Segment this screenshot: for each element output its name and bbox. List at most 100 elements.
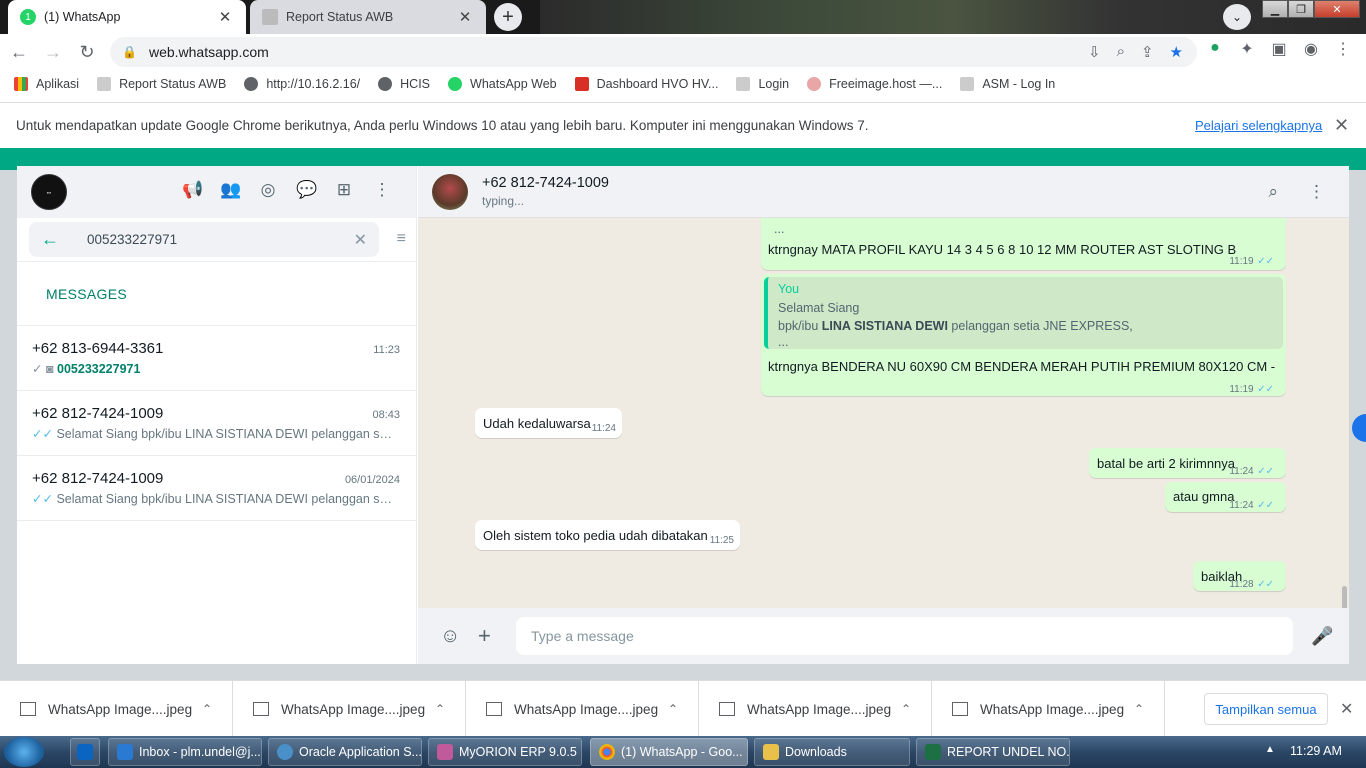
attach-plus-icon[interactable]: + [478,623,502,649]
read-tick-icon: ✓✓ [1257,579,1274,590]
outlook-pinned-icon[interactable] [70,738,100,766]
url-text[interactable]: web.whatsapp.com [149,44,269,60]
menu-kebab-icon[interactable]: ⋮ [1308,182,1325,202]
bookmark-label: http://10.16.2.16/ [266,77,361,91]
bookmark-ip[interactable]: http://10.16.2.16/ [244,77,360,91]
bookmark-freeimage[interactable]: Freeimage.host —... [807,77,942,91]
bookmark-asm[interactable]: ASM - Log In [960,77,1055,91]
chevron-up-icon[interactable]: ⌃ [901,702,931,716]
taskbar-label: Oracle Application S... [299,745,422,759]
chevron-up-icon[interactable]: ⌃ [435,702,465,716]
message-incoming[interactable]: Udah kedaluwarsa 11:24 [475,408,622,438]
tab-report-status[interactable]: Report Status AWB ✕ [250,0,486,34]
learn-more-link[interactable]: Pelajari selengkapnya [1195,118,1322,133]
tab-close-icon[interactable]: ✕ [456,8,474,26]
message-outgoing[interactable]: atau gmna 11:24 ✓✓ [1165,482,1286,512]
search-result[interactable]: +62 813-6944-3361 11:23 ✓ ◙ 005233227971 [17,326,416,391]
clock[interactable]: 11:29 AM [1290,744,1342,758]
emoji-icon[interactable]: ☺ [440,625,464,648]
back-icon[interactable]: ← [4,37,34,67]
minimize-icon[interactable]: ▁ [1262,0,1288,18]
extensions-puzzle-icon[interactable]: ✦ [1235,39,1259,59]
lock-icon[interactable]: 🔒 [122,45,137,59]
show-all-downloads-button[interactable]: Tampilkan semua [1204,693,1328,725]
tab-whatsapp[interactable]: 1 (1) WhatsApp ✕ [8,0,246,34]
quote-bold-text: LINA SISTIANA DEWI [821,319,948,333]
search-result[interactable]: +62 812-7424-1009 06/01/2024 ✓✓ Selamat … [17,456,416,521]
message-incoming[interactable]: Oleh sistem toko pedia udah dibatakan 11… [475,520,740,550]
side-panel-icon[interactable]: ▣ [1267,39,1291,59]
infobar-close-icon[interactable]: ✕ [1334,115,1349,136]
search-back-arrow-icon[interactable]: ← [41,229,71,250]
chevron-up-icon[interactable]: ⌃ [1134,702,1164,716]
quote-line: bpk/ibu LINA SISTIANA DEWI pelanggan set… [778,319,1273,333]
read-tick-icon: ✓✓ [1257,466,1274,477]
tab-search-chevron-icon[interactable]: ⌄ [1223,4,1251,30]
chevron-up-icon[interactable]: ⌃ [202,702,232,716]
zoom-icon[interactable]: ⌕ [1117,43,1125,61]
taskbar-item[interactable]: REPORT UNDEL NO... [916,738,1070,766]
quote-line: Selamat Siang [778,301,860,315]
download-item[interactable]: WhatsApp Image....jpeg ⌃ [466,681,699,737]
clear-search-icon[interactable]: ✕ [354,230,367,250]
maximize-icon[interactable]: ❐ [1288,0,1314,18]
my-avatar[interactable]: ▪▪▪ [31,174,67,210]
install-icon[interactable]: ⇩ [1088,43,1101,61]
image-file-icon [719,702,735,716]
channels-chat-icon[interactable]: 💬 [296,180,317,200]
menu-kebab-icon[interactable]: ⋮ [1331,39,1355,59]
chat-header[interactable]: +62 812-7424-1009 typing... ⌕ ⋮ [418,166,1349,218]
chat-scrollbar[interactable] [1342,586,1347,608]
reload-icon[interactable]: ↻ [72,37,102,67]
quoted-message[interactable]: You Selamat Siang bpk/ibu LINA SISTIANA … [764,277,1283,349]
profile-avatar-icon[interactable]: ◉ [1299,39,1323,59]
message-input[interactable]: Type a message [516,617,1293,655]
whatsapp-icon [448,77,463,91]
new-chat-icon[interactable]: ⊞ [334,180,354,200]
search-input[interactable]: ← 005233227971 ✕ [29,222,379,257]
status-icon[interactable]: ◎ [258,180,278,200]
microphone-icon[interactable]: 🎤 [1311,626,1333,647]
taskbar-item[interactable]: Inbox - plm.undel@j... [108,738,262,766]
address-bar[interactable]: 🔒 web.whatsapp.com ⇩ ⌕ ⇪ ★ [110,37,1197,67]
bookmark-login[interactable]: Login [736,77,789,91]
chevron-up-icon[interactable]: ⌃ [668,702,698,716]
tray-arrow-icon[interactable]: ▲ [1265,744,1275,755]
contact-avatar[interactable] [432,173,468,210]
new-tab-button[interactable]: + [494,3,522,31]
download-item[interactable]: WhatsApp Image....jpeg ⌃ [932,681,1165,737]
bookmark-hcis[interactable]: HCIS [378,77,430,91]
bookmark-dashboard[interactable]: Dashboard HVO HV... [574,77,718,91]
search-query[interactable]: 005233227971 [71,232,354,247]
filter-icon[interactable]: ≡ [397,230,406,248]
search-result[interactable]: +62 812-7424-1009 08:43 ✓✓ Selamat Siang… [17,391,416,456]
message-outgoing[interactable]: baiklah 11:28 ✓✓ [1193,561,1286,591]
taskbar-item[interactable]: MyORION ERP 9.0.5 [428,738,582,766]
channels-megaphone-icon[interactable]: 📢 [182,180,203,200]
bookmark-whatsapp-web[interactable]: WhatsApp Web [448,77,557,91]
taskbar-item[interactable]: Oracle Application S... [268,738,422,766]
forward-icon[interactable]: → [38,37,68,67]
close-downloads-icon[interactable]: ✕ [1340,699,1353,719]
menu-kebab-icon[interactable]: ⋮ [372,180,392,200]
communities-icon[interactable]: 👥 [220,180,241,200]
close-window-icon[interactable]: ✕ [1314,0,1360,18]
download-item[interactable]: WhatsApp Image....jpeg ⌃ [0,681,233,737]
bookmark-report-status[interactable]: Report Status AWB [97,77,226,91]
tab-close-icon[interactable]: ✕ [216,8,234,26]
result-preview-text: Selamat Siang bpk/ibu LINA SISTIANA DEWI… [56,427,397,441]
share-icon[interactable]: ⇪ [1141,43,1154,61]
taskbar-item[interactable]: Downloads [754,738,910,766]
message-outgoing[interactable]: You Selamat Siang bpk/ibu LINA SISTIANA … [761,274,1286,396]
download-item[interactable]: WhatsApp Image....jpeg ⌃ [699,681,932,737]
extension-whatsapp-icon[interactable]: ● [1203,39,1227,59]
bookmark-star-icon[interactable]: ★ [1170,43,1183,61]
start-button[interactable] [4,737,44,767]
message-list: ... ktrngnay MATA PROFIL KAYU 14 3 4 5 6… [418,218,1349,608]
bookmark-apps[interactable]: Aplikasi [14,77,79,91]
message-outgoing[interactable]: ... ktrngnay MATA PROFIL KAYU 14 3 4 5 6… [761,218,1286,270]
taskbar-item[interactable]: (1) WhatsApp - Goo... [590,738,748,766]
download-item[interactable]: WhatsApp Image....jpeg ⌃ [233,681,466,737]
search-icon[interactable]: ⌕ [1268,182,1278,202]
message-outgoing[interactable]: batal be arti 2 kirimnnya 11:24 ✓✓ [1089,448,1286,478]
